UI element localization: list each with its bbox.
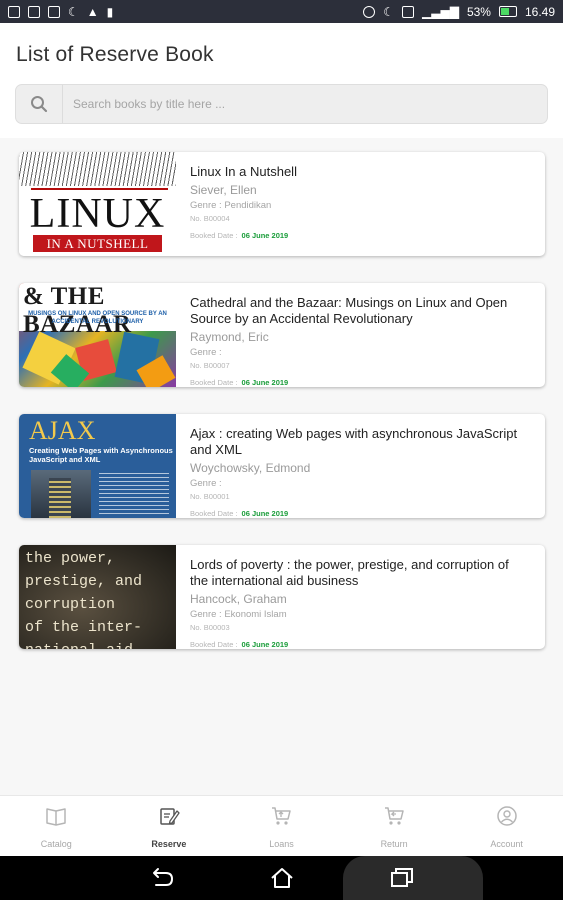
clock: 16.49 [524,4,555,19]
back-icon[interactable] [147,864,175,892]
bottom-navigation: Catalog Reserve Loans Return Account [0,795,563,856]
nav-catalog[interactable]: Catalog [0,796,113,856]
book-card[interactable]: AJAX Creating Web Pages with Asynchronou… [19,414,545,518]
nav-loans[interactable]: Loans [225,796,338,856]
book-author: Raymond, Eric [190,330,269,344]
cover-illustration [19,152,176,186]
booked-date-row: Booked Date :06 June 2019 [190,231,545,240]
cover-illustration [31,470,91,518]
cover-title: the power, prestige, and corruption of t… [25,550,143,649]
book-info: Lords of poverty : the power, prestige, … [176,545,545,649]
search-input[interactable] [63,97,533,111]
booked-date-row: Booked Date :06 June 2019 [190,509,545,518]
booked-date: 06 June 2019 [241,509,289,518]
battery-percent: 53% [466,4,491,19]
book-info: Cathedral and the Bazaar: Musings on Lin… [176,283,545,387]
booked-date: 06 June 2019 [241,231,289,240]
cart-out-icon [270,805,292,832]
book-genre: Genre : Pendidikan [190,200,272,211]
booked-date-row: Booked Date :06 June 2019 [190,378,545,387]
nav-label: Loans [269,839,294,849]
nav-label: Return [380,839,408,849]
booked-date: 06 June 2019 [241,640,289,649]
nav-label: Account [490,839,523,849]
book-number: No. B00007 [190,361,230,370]
book-card[interactable]: LINUX IN A NUTSHELL Linux In a Nutshell … [19,152,545,256]
book-cover: & THE BAZAAR MUSINGS ON LINUX AND OPEN S… [19,283,176,387]
warning-icon: ▲ [86,4,99,19]
book-genre: Genre : [190,478,222,489]
book-info: Ajax : creating Web pages with asynchron… [176,414,545,518]
edit-icon [158,805,180,832]
booked-date-row: Booked Date :06 June 2019 [190,640,545,649]
nav-account[interactable]: Account [450,796,563,856]
nav-label: Reserve [151,839,187,849]
system-navigation-bar [0,856,563,900]
book-title: Cathedral and the Bazaar: Musings on Lin… [190,295,508,326]
book-icon [45,805,67,832]
booked-date-label: Booked Date : [190,378,238,387]
book-author: Woychowsky, Edmond [190,461,311,475]
cover-title: AJAX [29,416,96,445]
status-bar: ☾ ▲ ▮ ☾ ▁▃▅▇ 53% 16.49 [0,0,563,23]
cover-subtitle: Creating Web Pages with Asynchronous Jav… [29,446,173,464]
recent-apps-icon[interactable] [388,864,416,892]
cover-title: LINUX [29,191,166,237]
book-card[interactable]: & THE BAZAAR MUSINGS ON LINUX AND OPEN S… [19,283,545,387]
book-cover: the power, prestige, and corruption of t… [19,545,176,649]
book-genre: Genre : Ekonomi Islam [190,609,287,620]
notification-icon [48,5,60,18]
book-genre: Genre : [190,347,222,358]
book-title: Ajax : creating Web pages with asynchron… [190,426,518,457]
nav-return[interactable]: Return [338,796,451,856]
moon-icon: ☾ [383,4,395,19]
nav-label: Catalog [40,839,72,849]
signal-icon: ▁▃▅▇ [422,4,459,19]
reserve-book-list: LINUX IN A NUTSHELL Linux In a Nutshell … [19,152,545,676]
book-title: Lords of poverty : the power, prestige, … [190,557,509,588]
page-title: List of Reserve Book [16,43,214,66]
battery-icon [498,6,517,17]
book-cover: AJAX Creating Web Pages with Asynchronou… [19,414,176,518]
search-icon[interactable] [16,85,63,123]
book-number: No. B00001 [190,492,230,501]
booked-date-label: Booked Date : [190,231,238,240]
header: List of Reserve Book [0,23,563,138]
notification-icon [8,5,20,18]
notification-icon [28,5,40,18]
home-icon[interactable] [268,864,296,892]
system-indicators: ☾ ▁▃▅▇ 53% 16.49 [363,5,555,19]
booked-date-label: Booked Date : [190,509,238,518]
booked-date: 06 June 2019 [241,378,289,387]
notification-icon: ▮ [106,4,114,19]
book-number: No. B00003 [190,623,230,632]
nav-reserve[interactable]: Reserve [113,796,226,856]
book-author: Siever, Ellen [190,183,257,197]
nfc-icon [402,5,415,18]
moon-icon: ☾ [68,4,79,19]
book-cover: LINUX IN A NUTSHELL [19,152,176,256]
booked-date-label: Booked Date : [190,640,238,649]
cart-in-icon [383,805,405,832]
book-info: Linux In a Nutshell Siever, Ellen Genre … [176,152,545,256]
notification-icons: ☾ ▲ ▮ [8,4,114,19]
book-author: Hancock, Graham [190,592,287,606]
cover-subtitle: MUSINGS ON LINUX AND OPEN SOURCE BY AN A… [28,311,167,325]
user-icon [496,805,518,832]
book-card[interactable]: the power, prestige, and corruption of t… [19,545,545,649]
hotspot-icon [363,5,376,18]
search-bar[interactable] [15,84,548,124]
cover-subtitle: IN A NUTSHELL [33,235,162,252]
book-number: No. B00004 [190,214,230,223]
book-title: Linux In a Nutshell [190,164,297,179]
